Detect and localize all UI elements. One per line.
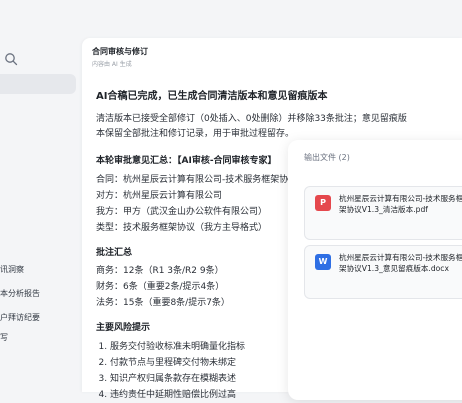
output-files-panel: 输出文件 (2) P 杭州星辰云计算有限公司-技术服务框架协议V1.3_清洁版本… [288,140,462,400]
word-file-icon: W [315,254,331,270]
ai-generated-note: 内容由 AI 生成 [92,61,132,68]
sidebar-item-analysis-report[interactable]: 本分析报告 [0,286,80,302]
output-files-header: 输出文件 (2) [304,153,350,162]
sidebar-selected-item[interactable] [0,74,76,94]
file-name: 杭州星辰云计算有限公司-技术服务框架协议V1.3_意见留痕版本.docx [339,253,462,273]
file-card-docx[interactable]: W 杭州星辰云计算有限公司-技术服务框架协议V1.3_意见留痕版本.docx [304,245,462,299]
message-intro: 清洁版本已接受全部修订（0处插入、0处删除）并移除33条批注；意见留痕版本保留全… [96,114,407,139]
message-heading: AI合稿已完成，已生成合同清洁版本和意见留痕版本 [96,91,328,102]
sidebar: 讯洞察 本分析报告 户拜访纪要 写 [0,0,82,392]
page-title: 合同审核与修订 [92,47,148,56]
sidebar-item-writing[interactable]: 写 [0,330,80,346]
sidebar-item-visit-minutes[interactable]: 户拜访纪要 [0,310,80,326]
file-name: 杭州星辰云计算有限公司-技术服务框架协议V1.3_清洁版本.pdf [339,194,462,214]
pdf-file-icon: P [315,195,331,211]
chat-header: 合同审核与修订 内容由 AI 生成 [92,46,148,69]
sidebar-item-insight[interactable]: 讯洞察 [0,262,80,278]
search-icon[interactable] [4,52,18,66]
file-card-pdf[interactable]: P 杭州星辰云计算有限公司-技术服务框架协议V1.3_清洁版本.pdf [304,186,462,240]
